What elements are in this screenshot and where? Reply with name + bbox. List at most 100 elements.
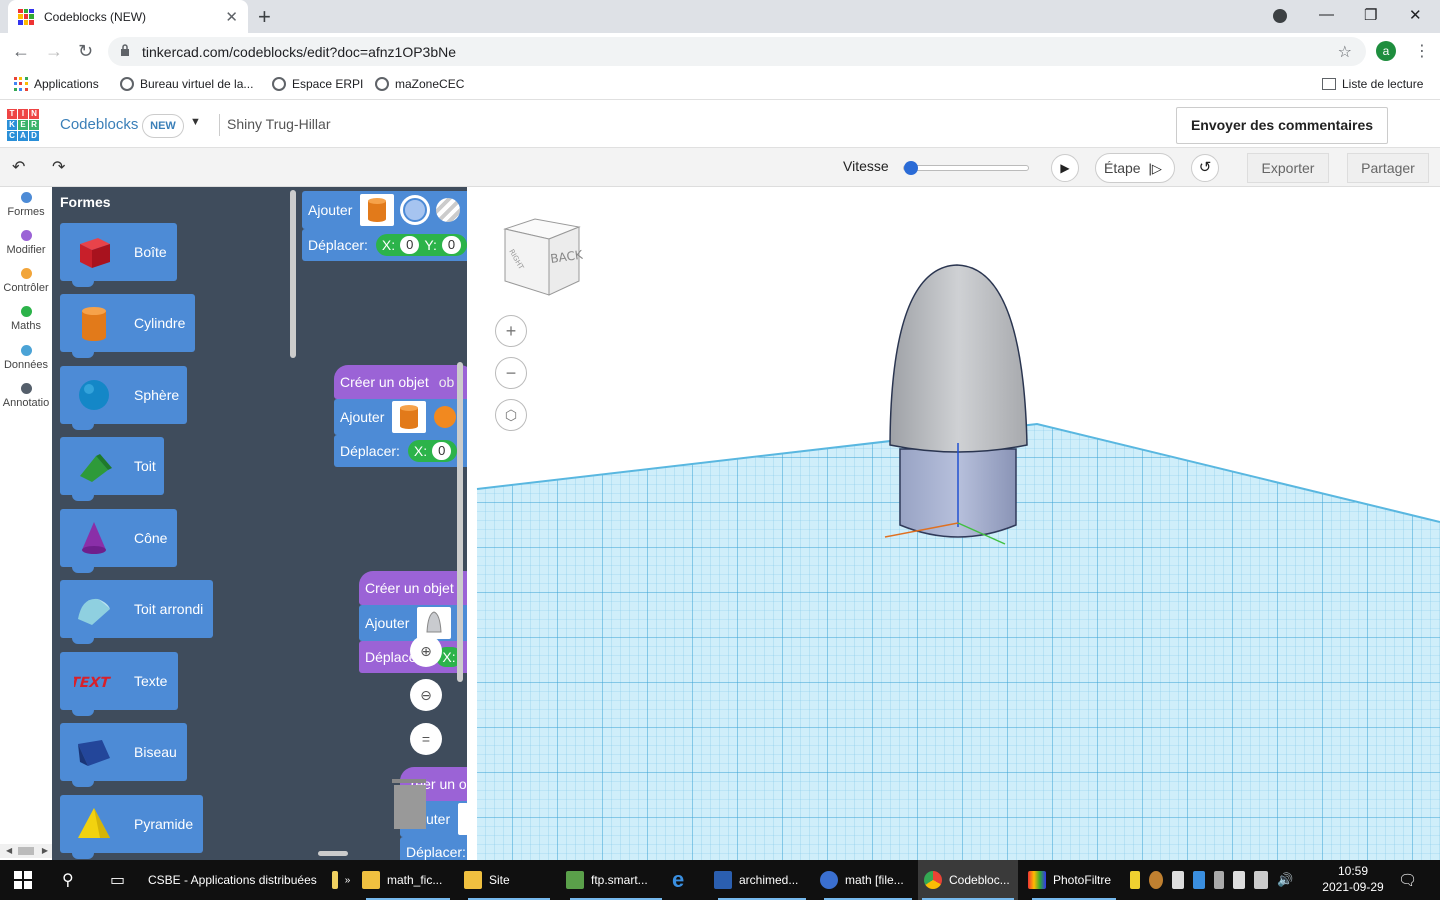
maximize-icon[interactable]: ❐ (1364, 6, 1377, 24)
close-window-icon[interactable]: ✕ (1409, 6, 1422, 24)
profile-menu-icon[interactable] (1273, 9, 1287, 23)
taskbar-item-math-file[interactable]: math [file... (820, 860, 916, 900)
shape-cylinder[interactable]: Cylindre (60, 294, 195, 358)
3d-scene[interactable] (467, 187, 1440, 860)
forward-icon[interactable]: → (45, 41, 63, 62)
y-value-input[interactable]: 0 (441, 236, 462, 254)
add-block[interactable]: Ajouter (302, 191, 467, 229)
document-name[interactable]: Shiny Trug-Hillar (227, 116, 330, 132)
speed-slider[interactable] (903, 161, 1029, 175)
step-button[interactable]: Étape |▷ (1095, 153, 1175, 183)
rail-scrollbar[interactable]: ◀ ▶ (0, 844, 52, 858)
tray-flask-icon[interactable] (1130, 871, 1140, 889)
shape-box[interactable]: Boîte (60, 223, 177, 287)
zoom-in-icon[interactable]: ⊕ (410, 635, 442, 667)
shape-wedge[interactable]: Biseau (60, 723, 187, 787)
fit-view-icon[interactable]: ⬡ (495, 399, 527, 431)
object-name-field[interactable]: ob (439, 374, 455, 390)
search-icon[interactable]: ⚲ (62, 860, 74, 900)
bookmark-star-icon[interactable]: ☆ (1338, 42, 1352, 62)
browser-tab[interactable]: Codeblocks (NEW) ✕ (8, 0, 248, 33)
tray-app-icon[interactable] (1149, 871, 1163, 889)
taskbar-item-ie[interactable]: e (672, 860, 702, 900)
x-value-input[interactable]: 0 (432, 442, 452, 460)
redo-icon[interactable]: ↷ (52, 157, 65, 177)
back-icon[interactable]: ← (12, 41, 30, 62)
bookmark-apps[interactable]: Applications (14, 77, 99, 91)
network-icon[interactable] (1254, 871, 1268, 889)
add-block[interactable]: Ajouter (334, 399, 467, 435)
close-tab-icon[interactable]: ✕ (225, 8, 238, 26)
profile-avatar[interactable]: a (1376, 41, 1396, 61)
shape-pyramid[interactable]: Pyramide (60, 795, 203, 859)
shape-cone[interactable]: Cône (60, 509, 177, 573)
bookmark-mazonecec[interactable]: maZoneCEC (375, 77, 464, 91)
task-view-icon[interactable]: ▭ (110, 860, 125, 900)
category-annotation[interactable]: Annotatio (0, 383, 52, 409)
volume-icon[interactable]: 🔊 (1277, 872, 1293, 888)
taskbar-item-photofiltre[interactable]: PhotoFiltre (1028, 860, 1120, 900)
usb-icon[interactable] (1214, 871, 1224, 889)
create-object-block[interactable]: Créer un objet ob (334, 365, 467, 399)
reading-list-button[interactable]: Liste de lecture (1322, 77, 1423, 91)
chevron-down-icon[interactable]: ▼ (190, 116, 201, 128)
view-cube[interactable]: BACK RIGHT (501, 215, 583, 299)
bookmark-bureau-virtuel[interactable]: Bureau virtuel de la... (120, 77, 253, 91)
workspace-vertical-scrollbar[interactable] (457, 362, 463, 682)
minimize-icon[interactable]: — (1319, 6, 1334, 23)
tray-app-icon[interactable] (1193, 871, 1205, 889)
move-block[interactable]: Déplacer: X: 0 Y: 0 (302, 229, 467, 261)
app-name[interactable]: Codeblocks (60, 116, 138, 133)
category-donnees[interactable]: Données (0, 345, 52, 371)
workspace-horizontal-scrollbar[interactable] (318, 851, 348, 856)
send-feedback-button[interactable]: Envoyer des commentaires (1176, 107, 1388, 144)
move-block[interactable]: Déplacer: (400, 837, 467, 860)
taskbar-item-codeblocks[interactable]: Codebloc... (918, 860, 1018, 900)
taskbar-item-ftp[interactable]: ftp.smart... (566, 860, 666, 900)
start-button[interactable] (14, 860, 32, 900)
shape-text[interactable]: TEXT Texte (60, 652, 178, 716)
hole-swatch[interactable] (436, 198, 461, 222)
shape-roof[interactable]: Toit (60, 437, 164, 501)
new-tab-button[interactable]: + (258, 4, 271, 30)
tray-app-icon[interactable] (1172, 871, 1184, 889)
undo-icon[interactable]: ↶ (12, 157, 25, 177)
reset-icon[interactable]: ↺ (1191, 154, 1219, 182)
3d-viewport[interactable]: BACK RIGHT + − ⬡ (467, 187, 1440, 860)
notifications-icon[interactable]: 🗨 (1398, 860, 1417, 900)
x-value-input[interactable]: 0 (400, 236, 420, 254)
zoom-out-icon[interactable]: − (495, 357, 527, 389)
category-controler[interactable]: Contrôler (0, 268, 52, 294)
taskbar-clock[interactable]: 10:59 2021-09-29 (1318, 863, 1388, 895)
speed-slider-knob[interactable] (904, 161, 918, 175)
category-maths[interactable]: Maths (0, 306, 52, 332)
shield-icon[interactable] (1233, 871, 1245, 889)
trash-icon[interactable] (390, 773, 434, 833)
shape-round-roof[interactable]: Toit arrondi (60, 580, 213, 644)
color-swatch[interactable] (434, 406, 457, 428)
category-modifier[interactable]: Modifier (0, 230, 52, 256)
export-button[interactable]: Exporter (1247, 153, 1329, 183)
palette-scrollbar[interactable] (290, 190, 296, 358)
chrome-menu-icon[interactable]: ⋮ (1414, 41, 1430, 61)
tinkercad-logo[interactable]: TIN KER CAD (7, 109, 39, 141)
shape-sphere[interactable]: Sphère (60, 366, 187, 430)
bookmark-espace-erpi[interactable]: Espace ERPI (272, 77, 363, 91)
taskbar-item-site[interactable]: Site (464, 860, 554, 900)
zoom-reset-icon[interactable]: = (410, 723, 442, 755)
play-button[interactable]: ▶ (1051, 154, 1079, 182)
share-button[interactable]: Partager (1347, 153, 1429, 183)
color-swatch[interactable] (400, 195, 431, 225)
rocket-object[interactable] (884, 264, 1028, 545)
code-workspace[interactable]: Ajouter Déplacer: X: 0 Y: 0 Créer un obj… (302, 187, 467, 860)
zoom-in-icon[interactable]: + (495, 315, 527, 347)
address-bar[interactable]: tinkercad.com/codeblocks/edit?doc=afnz1O… (108, 37, 1366, 66)
zoom-out-icon[interactable]: ⊖ (410, 679, 442, 711)
move-block[interactable]: Déplacer: X: 0 (334, 435, 467, 467)
system-tray[interactable]: 🔊 (1130, 860, 1293, 900)
create-object-block[interactable]: Créer un objet (359, 571, 467, 605)
taskbar-item-word[interactable]: archimed... (714, 860, 810, 900)
taskbar-item-math-fic[interactable]: math_fic... (362, 860, 454, 900)
add-block[interactable]: Ajouter (359, 605, 467, 641)
taskbar-item-csbe[interactable]: CSBE - Applications distribuées » (148, 860, 350, 900)
